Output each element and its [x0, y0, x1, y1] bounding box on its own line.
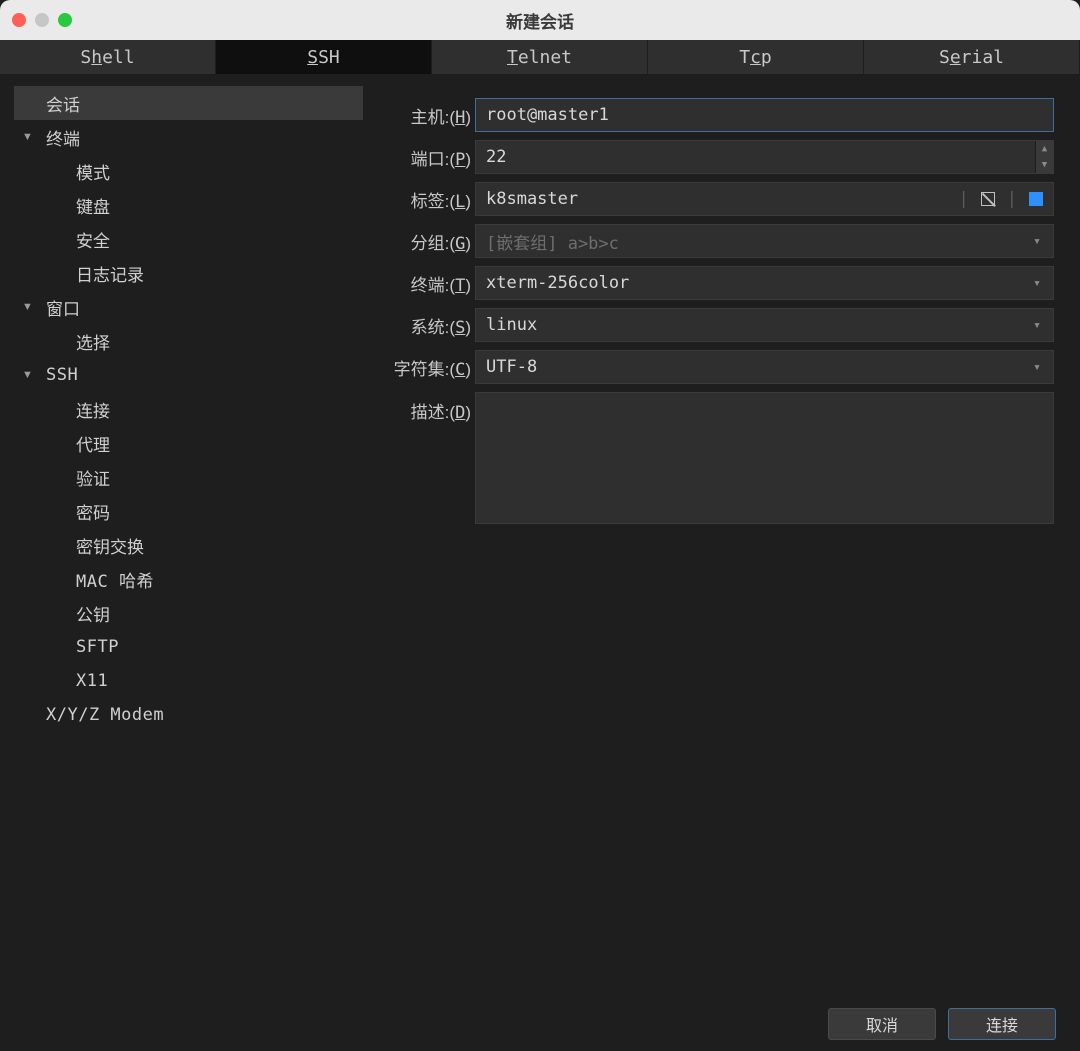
host-label: 主机:(H)	[375, 103, 475, 128]
sidebar-item-proxy[interactable]: 代理	[14, 426, 363, 460]
charset-value: UTF-8	[486, 357, 537, 377]
system-value: linux	[486, 315, 537, 335]
sidebar-item-label: 密码	[76, 499, 110, 524]
tab-tcp[interactable]: Tcp	[648, 40, 864, 74]
sidebar-item-label: X/Y/Z Modem	[46, 705, 164, 725]
port-label: 端口:(P)	[375, 145, 475, 170]
sidebar-item-security[interactable]: 安全	[14, 222, 363, 256]
connect-button-label: 连接	[986, 1012, 1018, 1036]
sidebar-item-label: 键盘	[76, 193, 110, 218]
sidebar-item-label: 模式	[76, 159, 110, 184]
host-input[interactable]	[475, 98, 1054, 132]
charset-label: 字符集:(C)	[375, 355, 475, 380]
no-color-icon[interactable]	[981, 192, 995, 206]
settings-sidebar: 会话 ▼ 终端 模式 键盘 安全 日志记录 ▼ 窗口 选择 ▼ SSH 连接 代…	[0, 74, 363, 997]
sidebar-item-session[interactable]: 会话	[14, 86, 363, 120]
color-swatch-icon[interactable]	[1029, 192, 1043, 206]
tag-color-controls: | |	[959, 189, 1044, 209]
sidebar-item-terminal[interactable]: ▼ 终端	[14, 120, 363, 154]
desc-textarea[interactable]	[475, 392, 1054, 524]
sidebar-item-password[interactable]: 密码	[14, 494, 363, 528]
sidebar-item-label: SSH	[46, 365, 78, 385]
tab-telnet[interactable]: Telnet	[432, 40, 648, 74]
sidebar-item-connect[interactable]: 连接	[14, 392, 363, 426]
sidebar-item-label: 连接	[76, 397, 110, 422]
cancel-button[interactable]: 取消	[828, 1008, 936, 1040]
sidebar-item-label: 密钥交换	[76, 533, 144, 558]
zoom-window-button[interactable]	[58, 13, 72, 27]
group-placeholder: [嵌套组] a>b>c	[486, 229, 619, 254]
port-input[interactable]: ▲ ▼	[475, 140, 1054, 174]
divider-icon: |	[1007, 189, 1017, 209]
system-label: 系统:(S)	[375, 313, 475, 338]
sidebar-item-window[interactable]: ▼ 窗口	[14, 290, 363, 324]
sidebar-item-auth[interactable]: 验证	[14, 460, 363, 494]
sidebar-item-label: 安全	[76, 227, 110, 252]
sidebar-item-sftp[interactable]: SFTP	[14, 630, 363, 664]
sidebar-item-ssh[interactable]: ▼ SSH	[14, 358, 363, 392]
close-window-button[interactable]	[12, 13, 26, 27]
sidebar-item-label: 窗口	[46, 295, 80, 320]
session-form: 主机:(H) 端口:(P) ▲ ▼ 标签:(L) |	[363, 74, 1080, 997]
cancel-button-label: 取消	[866, 1012, 898, 1036]
sidebar-item-label: 公钥	[76, 601, 110, 626]
terminal-label: 终端:(T)	[375, 271, 475, 296]
sidebar-item-label: X11	[76, 671, 108, 691]
sidebar-item-x11[interactable]: X11	[14, 664, 363, 698]
sidebar-item-logging[interactable]: 日志记录	[14, 256, 363, 290]
sidebar-item-label: 日志记录	[76, 261, 144, 286]
sidebar-item-label: MAC 哈希	[76, 567, 154, 592]
terminal-select[interactable]: xterm-256color	[475, 266, 1054, 300]
group-label: 分组:(G)	[375, 229, 475, 254]
tab-serial[interactable]: Serial	[864, 40, 1080, 74]
sidebar-item-pubkey[interactable]: 公钥	[14, 596, 363, 630]
sidebar-item-label: 会话	[46, 91, 80, 116]
protocol-tabbar: Shell SSH Telnet Tcp Serial	[0, 40, 1080, 74]
chevron-down-icon: ▼	[22, 131, 38, 143]
chevron-down-icon: ▼	[22, 369, 38, 381]
window-controls	[12, 13, 72, 27]
stepper-up-icon[interactable]: ▲	[1035, 141, 1053, 157]
divider-icon: |	[959, 189, 969, 209]
group-select[interactable]: [嵌套组] a>b>c	[475, 224, 1054, 258]
window-title: 新建会话	[0, 8, 1080, 33]
sidebar-item-label: SFTP	[76, 637, 119, 657]
system-select[interactable]: linux	[475, 308, 1054, 342]
sidebar-item-mode[interactable]: 模式	[14, 154, 363, 188]
sidebar-item-label: 终端	[46, 125, 80, 150]
sidebar-item-mac[interactable]: MAC 哈希	[14, 562, 363, 596]
tag-input[interactable]: | |	[475, 182, 1054, 216]
titlebar: 新建会话	[0, 0, 1080, 40]
tab-shell[interactable]: Shell	[0, 40, 216, 74]
sidebar-item-kex[interactable]: 密钥交换	[14, 528, 363, 562]
desc-label: 描述:(D)	[375, 392, 475, 423]
sidebar-item-label: 选择	[76, 329, 110, 354]
main-content: 会话 ▼ 终端 模式 键盘 安全 日志记录 ▼ 窗口 选择 ▼ SSH 连接 代…	[0, 74, 1080, 997]
chevron-down-icon: ▼	[22, 301, 38, 313]
sidebar-item-label: 代理	[76, 431, 110, 456]
connect-button[interactable]: 连接	[948, 1008, 1056, 1040]
charset-select[interactable]: UTF-8	[475, 350, 1054, 384]
sidebar-item-modem[interactable]: X/Y/Z Modem	[14, 698, 363, 732]
minimize-window-button[interactable]	[35, 13, 49, 27]
tab-ssh[interactable]: SSH	[216, 40, 432, 74]
settings-tree: 会话 ▼ 终端 模式 键盘 安全 日志记录 ▼ 窗口 选择 ▼ SSH 连接 代…	[0, 86, 363, 732]
sidebar-item-select[interactable]: 选择	[14, 324, 363, 358]
tag-label: 标签:(L)	[375, 187, 475, 212]
stepper-down-icon[interactable]: ▼	[1035, 157, 1053, 173]
sidebar-item-label: 验证	[76, 465, 110, 490]
port-stepper: ▲ ▼	[1035, 141, 1053, 173]
terminal-value: xterm-256color	[486, 273, 629, 293]
dialog-footer: 取消 连接	[0, 997, 1080, 1051]
sidebar-item-keyboard[interactable]: 键盘	[14, 188, 363, 222]
